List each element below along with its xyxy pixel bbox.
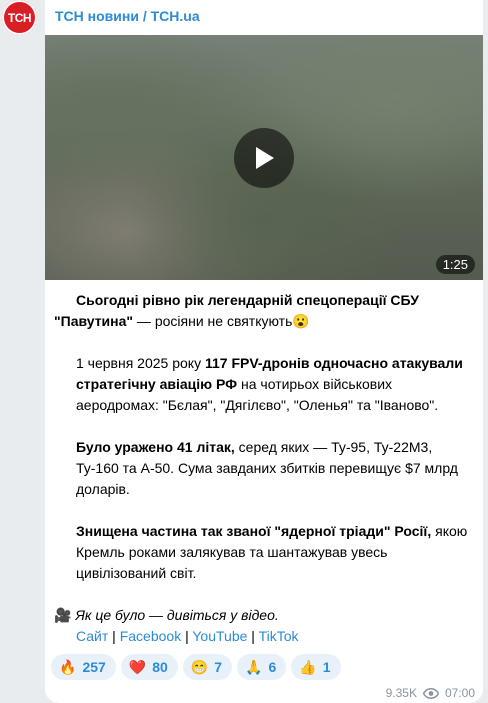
message-time: 07:00 <box>444 686 475 700</box>
link-separator: | <box>181 628 193 644</box>
post-text-span: — росіяни не святкують😮 <box>133 313 310 329</box>
eye-icon <box>422 687 439 699</box>
link-site[interactable]: Сайт <box>76 628 108 644</box>
reaction-count: 257 <box>82 659 106 675</box>
reaction-count: 80 <box>152 659 168 675</box>
channel-name[interactable]: ТСН новини / TCH.ua <box>55 8 200 24</box>
video-duration: 1:25 <box>435 255 475 274</box>
post-text: Сьогодні рівно рік легендарній спецопера… <box>54 290 474 626</box>
link-facebook[interactable]: Facebook <box>120 628 181 644</box>
reactions-bar: 🔥 257 ❤️ 80 😁 7 🙏 6 👍 1 <box>51 654 341 680</box>
view-count: 9.35K <box>385 686 417 700</box>
links-row: Сайт | Facebook | YouTube | TikTok <box>76 626 299 647</box>
fire-icon: 🔥 <box>59 659 77 675</box>
post-text-bold: Знищена частина так званої "ядерної тріа… <box>76 523 432 539</box>
thumbs-up-icon: 👍 <box>299 659 317 675</box>
reaction-thumbs-up[interactable]: 👍 1 <box>291 654 341 680</box>
link-tiktok[interactable]: TikTok <box>259 628 299 644</box>
link-youtube[interactable]: YouTube <box>192 628 247 644</box>
reaction-count: 1 <box>322 659 331 675</box>
reaction-fire[interactable]: 🔥 257 <box>51 654 116 680</box>
link-separator: | <box>108 628 120 644</box>
post-text-span: 1 червня 2025 року <box>76 355 205 371</box>
reaction-pray[interactable]: 🙏 6 <box>237 654 287 680</box>
post-text-bold: Сьогодні рівно рік легендарній спецопера… <box>76 292 419 308</box>
message-meta: 9.35K 07:00 <box>386 686 475 700</box>
reaction-count: 7 <box>214 659 223 675</box>
video-thumbnail[interactable]: 1:25 <box>45 35 483 280</box>
post-text-bold: "Павутина" <box>54 313 134 329</box>
post-text-bold: Було уражено 41 літак, <box>76 439 235 455</box>
link-separator: | <box>247 628 259 644</box>
reaction-heart[interactable]: ❤️ 80 <box>120 654 178 680</box>
grin-icon: 😁 <box>190 659 209 675</box>
pray-icon: 🙏 <box>245 659 263 675</box>
reaction-grin[interactable]: 😁 7 <box>182 654 233 680</box>
channel-avatar[interactable]: ТСН <box>2 0 37 35</box>
reaction-count: 6 <box>268 659 277 675</box>
post-text-italic: Як це було — дивіться у відео. <box>71 607 279 623</box>
camera-icon: 🎥 <box>54 607 72 623</box>
play-icon <box>256 147 274 169</box>
heart-icon: ❤️ <box>128 659 147 675</box>
message-bubble: ТСН новини / TCH.ua 1:25 Сьогодні рівно … <box>45 0 483 703</box>
play-button[interactable] <box>234 128 294 188</box>
